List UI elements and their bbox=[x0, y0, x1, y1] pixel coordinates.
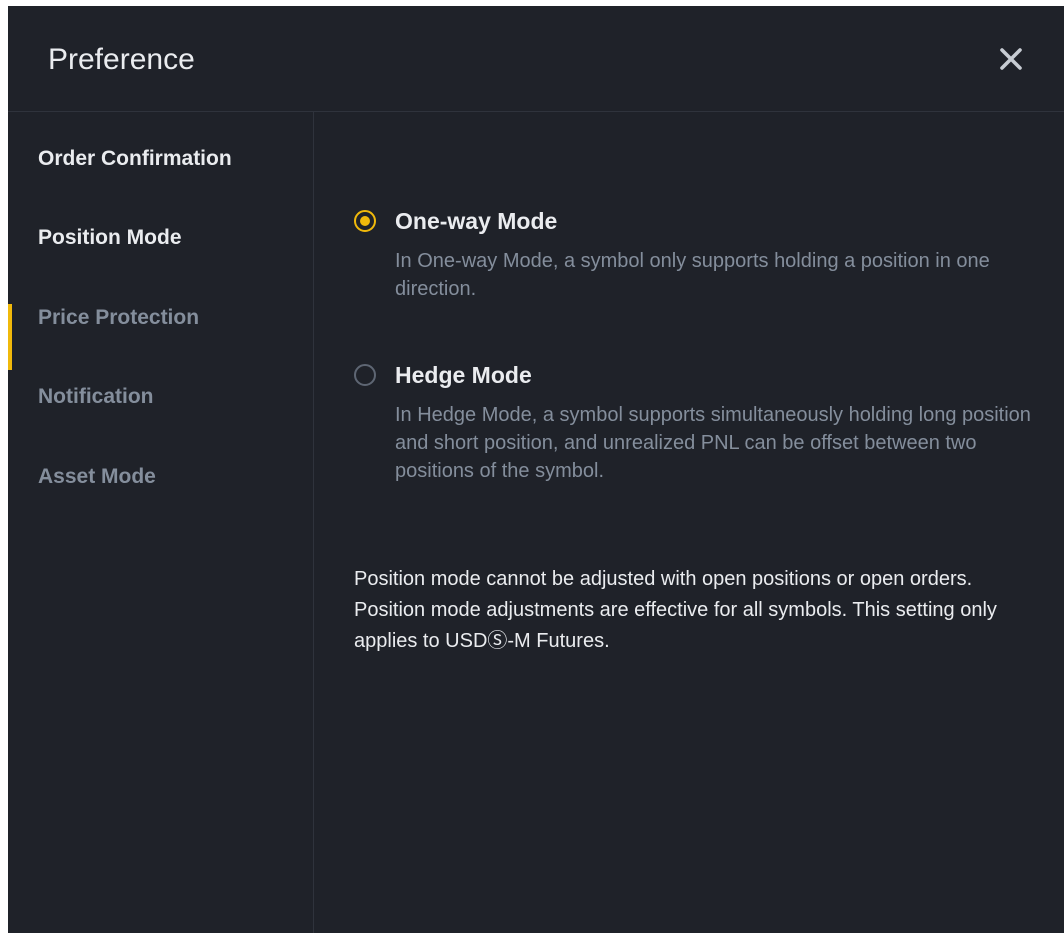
dialog-header: Preference bbox=[8, 6, 1064, 112]
hedge-mode-description: In Hedge Mode, a symbol supports simulta… bbox=[395, 404, 1031, 482]
one-way-mode-label[interactable]: One-way Mode bbox=[395, 207, 557, 235]
preference-sidebar: Order Confirmation Position Mode Price P… bbox=[8, 112, 314, 933]
position-mode-panel: One-way Mode In One-way Mode, a symbol o… bbox=[314, 112, 1064, 933]
active-indicator bbox=[8, 304, 12, 370]
one-way-mode-radio[interactable] bbox=[354, 210, 376, 232]
dialog-title: Preference bbox=[48, 43, 195, 76]
sidebar-item-asset-mode[interactable]: Asset Mode bbox=[38, 462, 156, 492]
preference-dialog: Preference Order Confirmation Position M… bbox=[8, 6, 1064, 933]
hedge-mode-radio[interactable] bbox=[354, 364, 376, 386]
sidebar-item-price-protection[interactable]: Price Protection bbox=[38, 303, 199, 333]
sidebar-item-order-confirmation[interactable]: Order Confirmation bbox=[38, 144, 232, 174]
hedge-mode-label[interactable]: Hedge Mode bbox=[395, 361, 532, 389]
sidebar-item-notification[interactable]: Notification bbox=[38, 382, 154, 412]
position-mode-note: Position mode cannot be adjusted with op… bbox=[354, 568, 997, 652]
one-way-mode-description: In One-way Mode, a symbol only supports … bbox=[395, 250, 990, 300]
close-icon[interactable] bbox=[996, 44, 1026, 74]
sidebar-item-position-mode[interactable]: Position Mode bbox=[38, 223, 182, 253]
